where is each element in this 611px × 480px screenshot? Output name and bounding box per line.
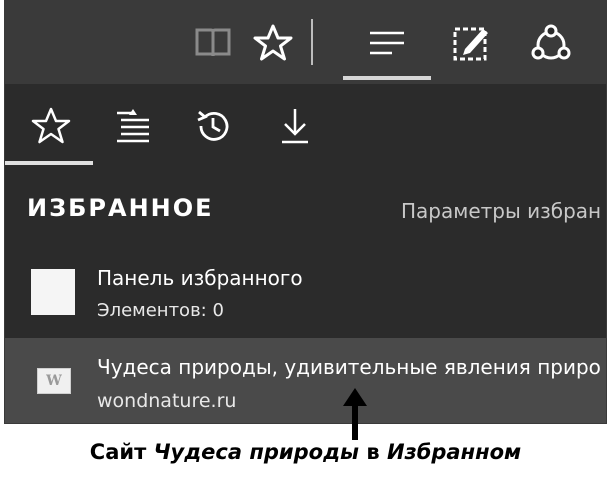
favorites-tab-icon[interactable] bbox=[29, 104, 73, 148]
history-tab-icon[interactable] bbox=[191, 104, 235, 148]
favorites-tab-active-indicator bbox=[5, 161, 93, 165]
hub-active-indicator bbox=[343, 76, 431, 80]
site-title: Чудеса природы, удивительные явления при… bbox=[97, 355, 601, 379]
folder-item-count: Элементов: 0 bbox=[97, 300, 224, 321]
figure-caption: Сайт Чудеса природы в Избранном bbox=[89, 440, 522, 464]
hub-tab-bar bbox=[5, 84, 606, 168]
favorite-star-icon[interactable] bbox=[251, 21, 295, 65]
favorites-bar-folder[interactable]: Панель избранного Элементов: 0 bbox=[5, 256, 606, 336]
downloads-tab-icon[interactable] bbox=[273, 104, 317, 148]
reading-list-tab-icon[interactable] bbox=[111, 104, 155, 148]
hub-icon[interactable] bbox=[365, 21, 409, 65]
favorites-settings-link[interactable]: Параметры избран bbox=[401, 199, 601, 223]
reading-view-icon[interactable] bbox=[191, 21, 235, 65]
annotation-arrow-icon bbox=[343, 388, 367, 440]
folder-icon bbox=[31, 269, 75, 315]
site-url: wondnature.ru bbox=[97, 390, 237, 412]
share-icon[interactable] bbox=[529, 21, 573, 65]
folder-name: Панель избранного bbox=[97, 266, 303, 290]
site-favicon-icon: W bbox=[37, 368, 71, 394]
web-note-icon[interactable] bbox=[449, 21, 493, 65]
browser-toolbar bbox=[5, 1, 606, 84]
toolbar-separator bbox=[311, 19, 313, 65]
favorite-site-item[interactable]: W Чудеса природы, удивительные явления п… bbox=[5, 338, 606, 423]
hub-panel-window: ИЗБРАННОЕ Параметры избран Панель избран… bbox=[4, 0, 607, 424]
panel-title: ИЗБРАННОЕ bbox=[27, 194, 214, 222]
